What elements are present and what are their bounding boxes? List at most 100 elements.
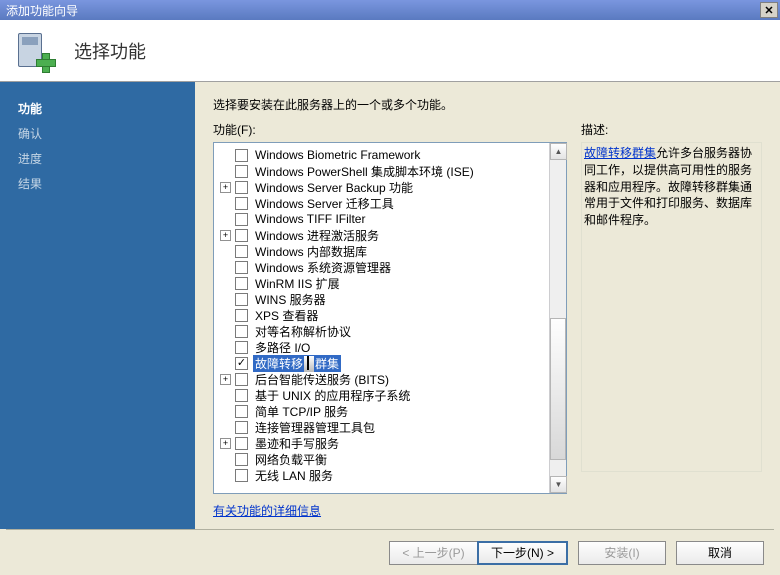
title-bar: 添加功能向导 ✕ bbox=[0, 0, 780, 20]
feature-label[interactable]: 无线 LAN 服务 bbox=[253, 467, 335, 484]
tree-row[interactable]: + 墨迹和手写服务 bbox=[220, 435, 547, 451]
feature-checkbox[interactable] bbox=[235, 405, 248, 418]
tree-row[interactable]: 无线 LAN 服务 bbox=[220, 467, 547, 483]
feature-label[interactable]: Windows Biometric Framework bbox=[253, 148, 422, 162]
sidebar-item-2[interactable]: 进度 bbox=[18, 146, 195, 171]
install-button[interactable]: 安装(I) bbox=[578, 541, 666, 565]
description-link[interactable]: 故障转移群集 bbox=[584, 146, 656, 160]
feature-checkbox[interactable] bbox=[235, 229, 248, 242]
feature-label[interactable]: 网络负载平衡 bbox=[253, 451, 329, 468]
tree-row[interactable]: Windows Server 迁移工具 bbox=[220, 195, 547, 211]
feature-label[interactable]: Windows Server 迁移工具 bbox=[253, 195, 396, 212]
feature-checkbox[interactable] bbox=[235, 181, 248, 194]
wizard-sidebar: 功能确认进度结果 bbox=[0, 82, 195, 529]
feature-label[interactable]: Windows Server Backup 功能 bbox=[253, 179, 415, 196]
expand-icon[interactable]: + bbox=[220, 230, 231, 241]
wizard-icon bbox=[14, 31, 54, 71]
feature-checkbox[interactable] bbox=[235, 149, 248, 162]
feature-checkbox[interactable] bbox=[235, 373, 248, 386]
feature-checkbox[interactable] bbox=[235, 389, 248, 402]
tree-row[interactable]: 对等名称解析协议 bbox=[220, 323, 547, 339]
feature-checkbox[interactable] bbox=[235, 261, 248, 274]
tree-row[interactable]: Windows TIFF IFilter bbox=[220, 211, 547, 227]
feature-label[interactable]: XPS 查看器 bbox=[253, 307, 320, 324]
more-info-link[interactable]: 有关功能的详细信息 bbox=[213, 502, 567, 519]
scroll-thumb[interactable] bbox=[550, 318, 566, 460]
tree-row[interactable]: 连接管理器管理工具包 bbox=[220, 419, 547, 435]
feature-label[interactable]: Windows 内部数据库 bbox=[253, 243, 369, 260]
feature-checkbox[interactable] bbox=[235, 421, 248, 434]
sidebar-item-1[interactable]: 确认 bbox=[18, 121, 195, 146]
sidebar-item-0[interactable]: 功能 bbox=[18, 96, 195, 121]
feature-label[interactable]: 后台智能传送服务 (BITS) bbox=[253, 371, 391, 388]
expand-icon[interactable]: + bbox=[220, 182, 231, 193]
tree-row[interactable]: Windows 系统资源管理器 bbox=[220, 259, 547, 275]
feature-label[interactable]: Windows PowerShell 集成脚本环境 (ISE) bbox=[253, 163, 476, 180]
feature-label[interactable]: Windows 系统资源管理器 bbox=[253, 259, 393, 276]
wizard-header: 选择功能 bbox=[0, 20, 780, 82]
features-label: 功能(F): bbox=[213, 121, 567, 138]
feature-checkbox[interactable] bbox=[235, 277, 248, 290]
tree-row[interactable]: + Windows Server Backup 功能 bbox=[220, 179, 547, 195]
tree-row[interactable]: 基于 UNIX 的应用程序子系统 bbox=[220, 387, 547, 403]
expand-icon[interactable]: + bbox=[220, 374, 231, 385]
description-title: 描述: bbox=[581, 121, 762, 138]
tree-row[interactable]: Windows 内部数据库 bbox=[220, 243, 547, 259]
feature-label[interactable]: 故障转移群集 bbox=[253, 355, 341, 372]
wizard-footer: < 上一步(P) 下一步(N) > 安装(I) 取消 bbox=[0, 530, 780, 575]
feature-checkbox[interactable] bbox=[235, 165, 248, 178]
feature-checkbox[interactable] bbox=[235, 213, 248, 226]
tree-row[interactable]: 故障转移群集 bbox=[220, 355, 547, 371]
feature-checkbox[interactable] bbox=[235, 325, 248, 338]
tree-row[interactable]: 多路径 I/O bbox=[220, 339, 547, 355]
next-button[interactable]: 下一步(N) > bbox=[477, 541, 568, 565]
scrollbar[interactable]: ▲ ▼ bbox=[549, 143, 566, 493]
instruction-text: 选择要安装在此服务器上的一个或多个功能。 bbox=[213, 96, 762, 113]
tree-row[interactable]: 网络负载平衡 bbox=[220, 451, 547, 467]
scroll-track[interactable] bbox=[550, 160, 566, 476]
tree-row[interactable]: + Windows 进程激活服务 bbox=[220, 227, 547, 243]
content-area: 功能确认进度结果 选择要安装在此服务器上的一个或多个功能。 功能(F): Win… bbox=[0, 82, 780, 529]
scroll-up-button[interactable]: ▲ bbox=[550, 143, 567, 160]
cancel-button[interactable]: 取消 bbox=[676, 541, 764, 565]
tree-row[interactable]: Windows Biometric Framework bbox=[220, 147, 547, 163]
page-title: 选择功能 bbox=[74, 38, 146, 64]
feature-checkbox[interactable] bbox=[235, 309, 248, 322]
feature-label[interactable]: Windows TIFF IFilter bbox=[253, 212, 367, 226]
description-body: 故障转移群集允许多台服务器协同工作，以提供高可用性的服务器和应用程序。故障转移群… bbox=[581, 142, 762, 472]
feature-label[interactable]: Windows 进程激活服务 bbox=[253, 227, 381, 244]
feature-checkbox[interactable] bbox=[235, 293, 248, 306]
feature-label[interactable]: 对等名称解析协议 bbox=[253, 323, 353, 340]
tree-row[interactable]: WinRM IIS 扩展 bbox=[220, 275, 547, 291]
feature-label[interactable]: 简单 TCP/IP 服务 bbox=[253, 403, 350, 420]
feature-checkbox[interactable] bbox=[235, 341, 248, 354]
expand-icon[interactable]: + bbox=[220, 438, 231, 449]
tree-row[interactable]: + 后台智能传送服务 (BITS) bbox=[220, 371, 547, 387]
tree-row[interactable]: WINS 服务器 bbox=[220, 291, 547, 307]
feature-checkbox[interactable] bbox=[235, 357, 248, 370]
tree-row[interactable]: XPS 查看器 bbox=[220, 307, 547, 323]
close-icon: ✕ bbox=[764, 4, 773, 17]
features-tree-container: Windows Biometric FrameworkWindows Power… bbox=[213, 142, 567, 494]
sidebar-item-3[interactable]: 结果 bbox=[18, 171, 195, 196]
plus-icon bbox=[36, 53, 54, 71]
cursor-icon bbox=[304, 356, 314, 372]
feature-checkbox[interactable] bbox=[235, 469, 248, 482]
feature-checkbox[interactable] bbox=[235, 197, 248, 210]
feature-label[interactable]: 多路径 I/O bbox=[253, 339, 312, 356]
feature-checkbox[interactable] bbox=[235, 437, 248, 450]
feature-label[interactable]: WINS 服务器 bbox=[253, 291, 328, 308]
feature-label[interactable]: 连接管理器管理工具包 bbox=[253, 419, 377, 436]
close-button[interactable]: ✕ bbox=[760, 2, 778, 18]
scroll-down-button[interactable]: ▼ bbox=[550, 476, 567, 493]
feature-label[interactable]: 墨迹和手写服务 bbox=[253, 435, 341, 452]
features-tree[interactable]: Windows Biometric FrameworkWindows Power… bbox=[214, 143, 549, 493]
prev-button[interactable]: < 上一步(P) bbox=[389, 541, 477, 565]
feature-checkbox[interactable] bbox=[235, 245, 248, 258]
feature-checkbox[interactable] bbox=[235, 453, 248, 466]
feature-label[interactable]: 基于 UNIX 的应用程序子系统 bbox=[253, 387, 412, 404]
tree-row[interactable]: 简单 TCP/IP 服务 bbox=[220, 403, 547, 419]
feature-label[interactable]: WinRM IIS 扩展 bbox=[253, 275, 342, 292]
tree-row[interactable]: Windows PowerShell 集成脚本环境 (ISE) bbox=[220, 163, 547, 179]
main-panel: 选择要安装在此服务器上的一个或多个功能。 功能(F): Windows Biom… bbox=[195, 82, 780, 529]
